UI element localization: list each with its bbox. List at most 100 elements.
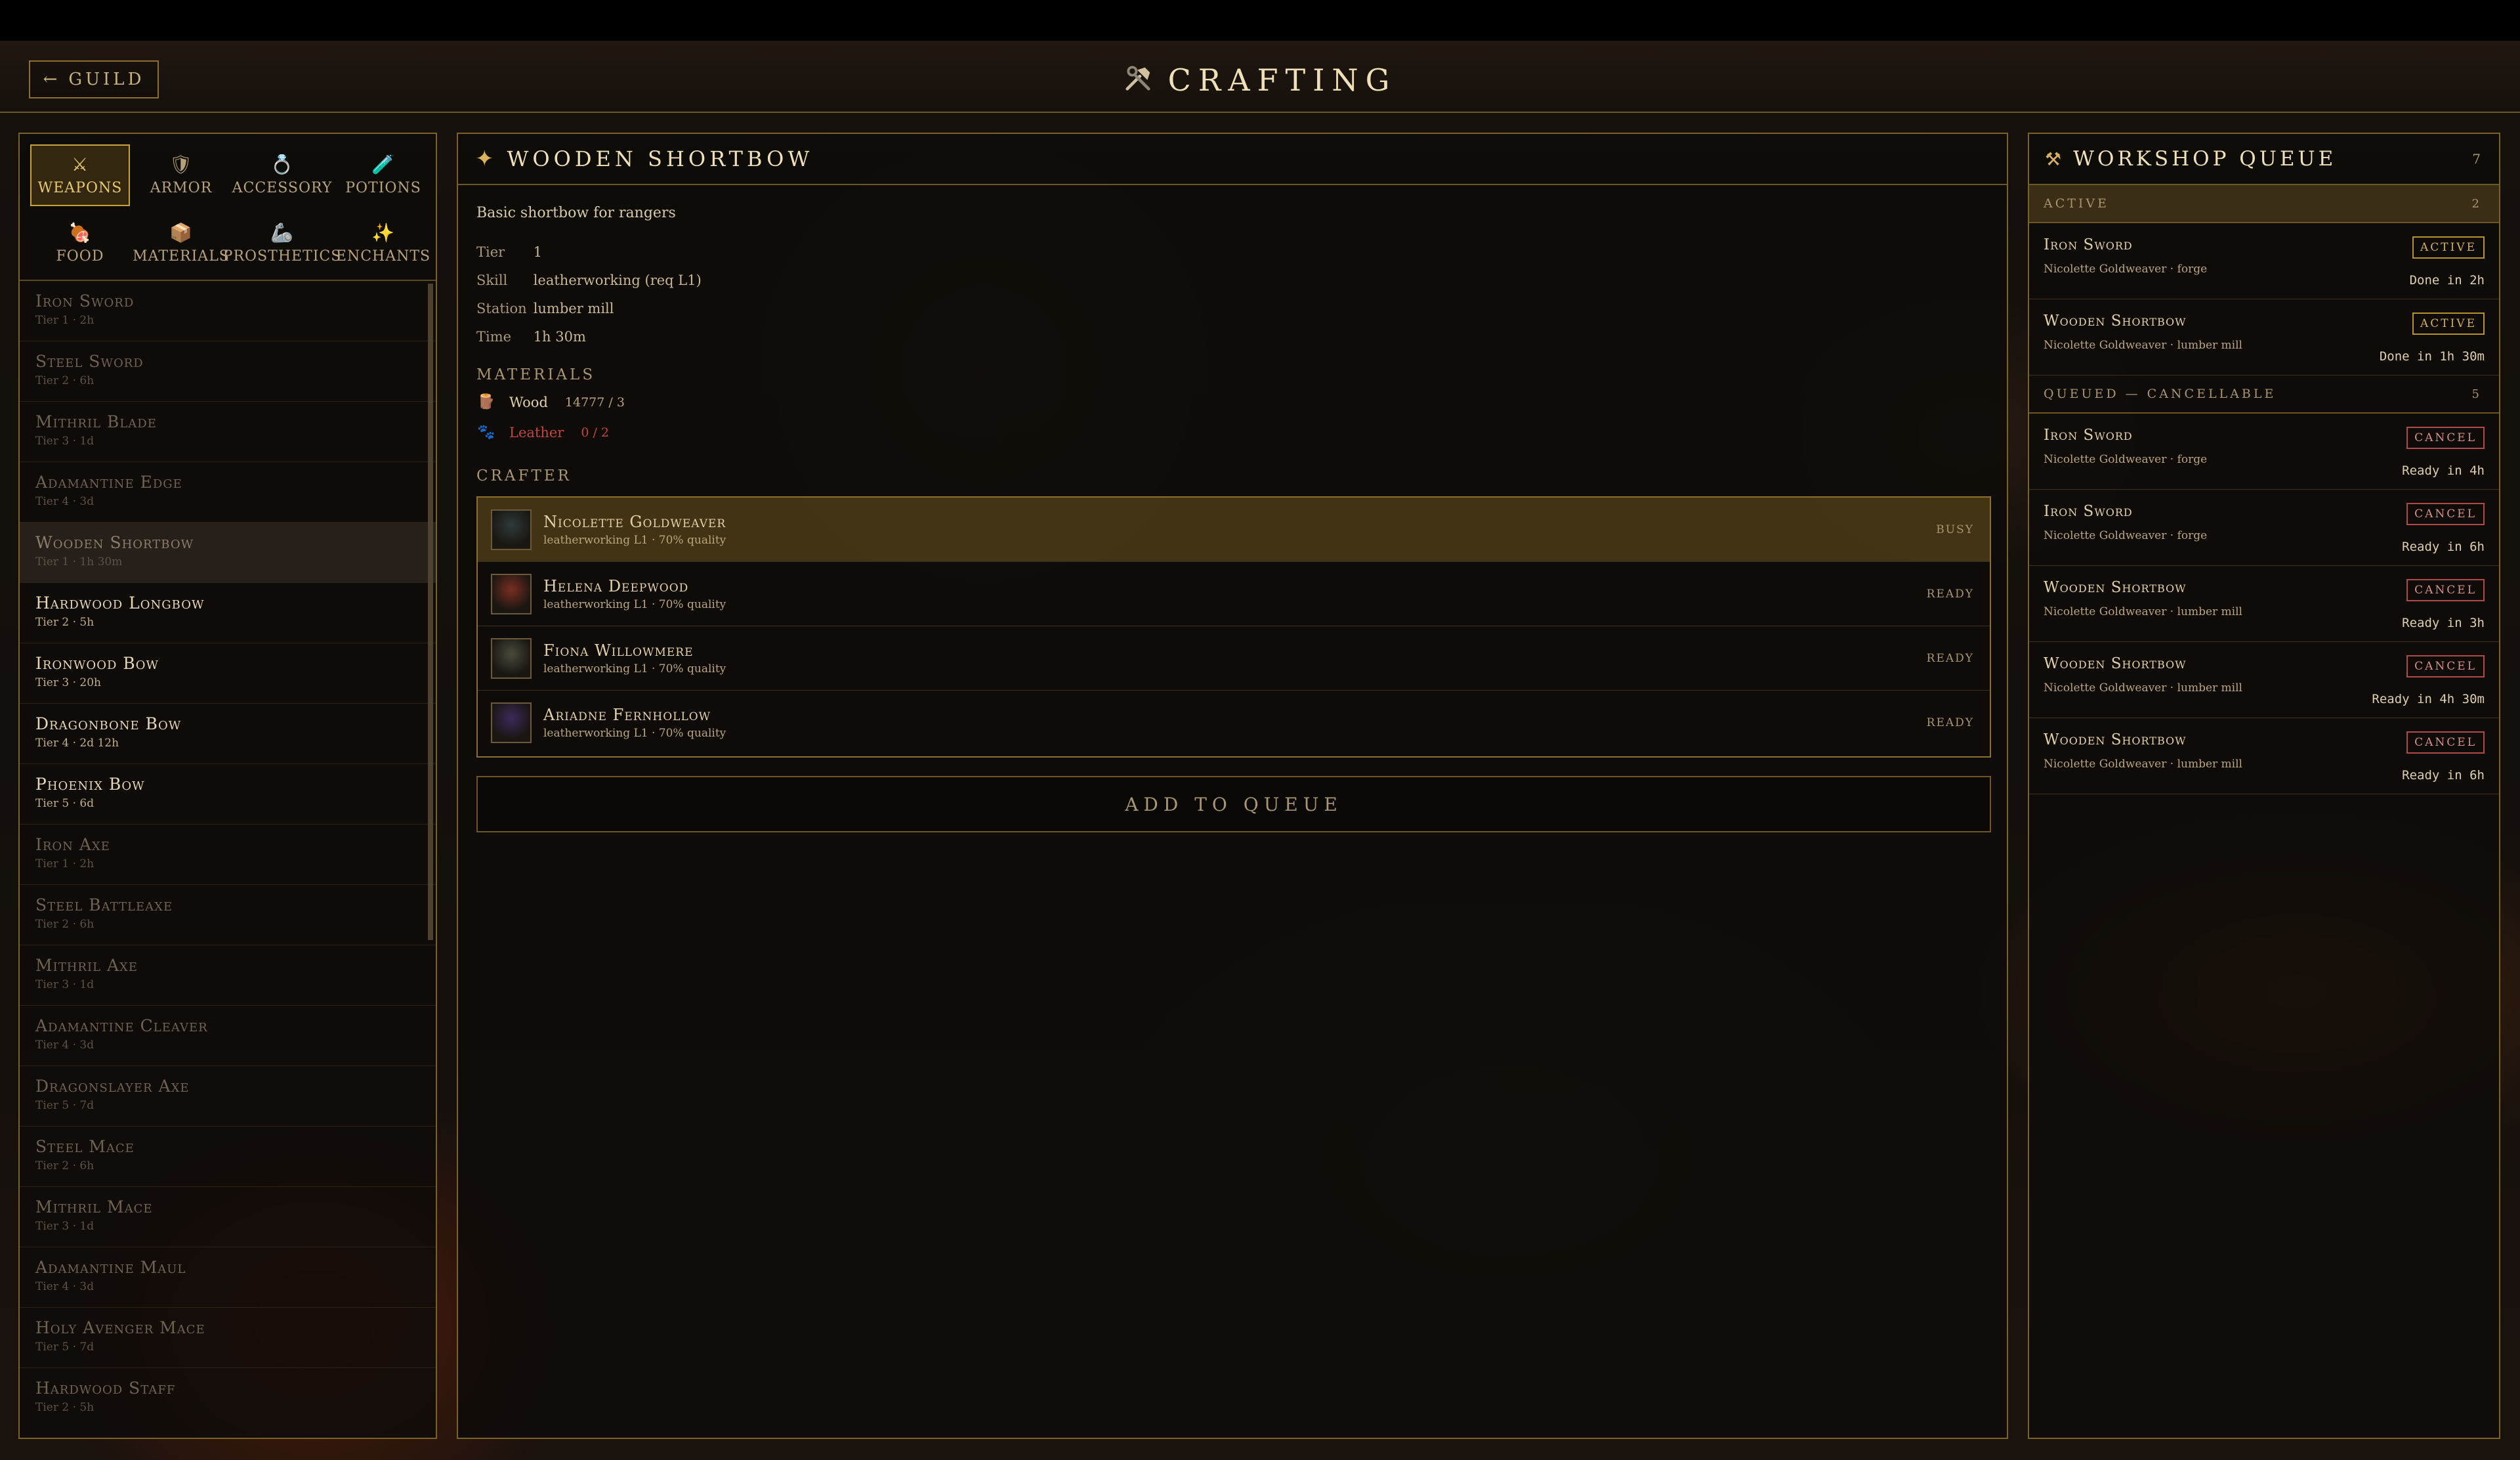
armor-category-icon: 🛡 (169, 153, 194, 175)
hammer-and-wrench-icon (1124, 64, 1154, 97)
wood-icon: 🪵 (477, 394, 495, 410)
queue-item: Iron Sword Nicolette Goldweaver · forge CA… (2029, 414, 2499, 490)
queued-heading: QUEUED — CANCELLABLE (2044, 387, 2277, 401)
recipe-list-item[interactable]: Iron Sword Tier 1 · 2h (20, 281, 436, 341)
time-label: Time (476, 329, 512, 345)
recipe-list-item[interactable]: Hardwood Longbow Tier 2 · 5h (20, 583, 436, 643)
weapons-category-icon: ⚔ (71, 153, 89, 175)
recipe-list-item[interactable]: Dragonslayer Axe Tier 5 · 7d (20, 1066, 436, 1127)
cancel-button[interactable]: CANCEL (2406, 503, 2485, 525)
recipe-list-item[interactable]: Iron Axe Tier 1 · 2h (20, 825, 436, 885)
page-title: CRAFTING (1167, 62, 1397, 98)
recipe-description: Basic shortbow for rangers (476, 205, 676, 221)
crafter-row[interactable]: Helena Deepwood leatherworking L1 · 70% q… (478, 562, 1990, 626)
recipe-list-item[interactable]: Mithril Axe Tier 3 · 1d (20, 945, 436, 1006)
queue-title: WORKSHOP QUEUE (2073, 147, 2337, 171)
enchants-category-icon: ✨ (371, 221, 395, 244)
recipe-list-item[interactable]: Mithril Blade Tier 3 · 1d (20, 402, 436, 462)
category-label: ACCESSORY (232, 179, 333, 196)
recipe-list-item[interactable]: Mithril Mace Tier 3 · 1d (20, 1187, 436, 1247)
time-row: Time 1h 30m (476, 329, 586, 345)
recipe-list-item[interactable]: Adamantine Edge Tier 4 · 3d (20, 462, 436, 523)
category-tab-food[interactable]: 🍖 FOOD (30, 213, 130, 274)
recipe-name: Adamantine Cleaver (35, 1016, 208, 1035)
cancel-button[interactable]: CANCEL (2406, 427, 2485, 449)
recipe-list-item[interactable]: Steel Sword Tier 2 · 6h (20, 341, 436, 402)
crafter-list: Nicolette Goldweaver leatherworking L1 · … (476, 496, 1991, 758)
queue-item-time: Ready in 6h (2402, 768, 2485, 783)
recipe-name: Hardwood Staff (35, 1379, 176, 1398)
crossed-hammers-icon: ⚒ (2045, 148, 2062, 170)
crafter-status: READY (1926, 587, 1974, 601)
add-to-queue-button[interactable]: ADD TO QUEUE (476, 776, 1991, 832)
crafter-skill: leatherworking L1 · 70% quality (543, 597, 726, 611)
recipe-name: Hardwood Longbow (35, 593, 205, 612)
recipe-list-item[interactable]: Phoenix Bow Tier 5 · 6d (20, 764, 436, 825)
active-heading: ACTIVE (2044, 196, 2110, 211)
recipe-list-item[interactable]: Steel Battleaxe Tier 2 · 6h (20, 885, 436, 945)
queue-header: ⚒ WORKSHOP QUEUE 7 (2029, 134, 2499, 185)
queue-count: 7 (2472, 151, 2481, 167)
recipe-list-item[interactable]: Dragonbone Bow Tier 4 · 2d 12h (20, 704, 436, 764)
queue-item: Wooden Shortbow Nicolette Goldweaver · lu… (2029, 299, 2499, 376)
category-tab-armor[interactable]: 🛡 ARMOR (131, 144, 231, 206)
category-tab-potions[interactable]: 🧪 POTIONS (333, 144, 433, 206)
recipe-tier-time: Tier 1 · 2h (35, 857, 94, 870)
recipe-list[interactable]: Iron Sword Tier 1 · 2h Steel Sword Tier 2 ·… (20, 281, 436, 1425)
cancel-button[interactable]: CANCEL (2406, 655, 2485, 677)
crafter-name: Fiona Willowmere (543, 641, 694, 660)
crafter-name: Ariadne Fernhollow (543, 706, 711, 724)
crafter-row[interactable]: Nicolette Goldweaver leatherworking L1 · … (478, 498, 1990, 562)
active-queue-list: Iron Sword Nicolette Goldweaver · forge AC… (2029, 223, 2499, 376)
star-icon: ✦ (475, 146, 494, 172)
crafter-row[interactable]: Fiona Willowmere leatherworking L1 · 70% … (478, 626, 1990, 691)
queue-item-time: Ready in 4h (2402, 463, 2485, 478)
material-row: 🐾 Leather 0 / 2 (476, 424, 609, 440)
recipe-list-item[interactable]: Ironwood Bow Tier 3 · 20h (20, 643, 436, 704)
recipe-list-item[interactable]: Holy Avenger Mace Tier 5 · 7d (20, 1308, 436, 1368)
category-tab-accessory[interactable]: 💍 ACCESSORY (232, 144, 332, 206)
recipe-tier-time: Tier 5 · 7d (35, 1099, 94, 1112)
recipe-list-item[interactable]: Wooden Shortbow Tier 1 · 1h 30m (20, 523, 436, 583)
crafter-row[interactable]: Ariadne Fernhollow leatherworking L1 · 70… (478, 691, 1990, 755)
recipe-list-item[interactable]: Steel Mace Tier 2 · 6h (20, 1127, 436, 1187)
queue-item: Iron Sword Nicolette Goldweaver · forge AC… (2029, 223, 2499, 299)
leather-icon: 🐾 (477, 424, 495, 440)
cancel-button[interactable]: CANCEL (2406, 579, 2485, 601)
skill-value: leatherworking (req L1) (533, 272, 702, 288)
category-tab-enchants[interactable]: ✨ ENCHANTS (333, 213, 433, 274)
category-tab-prosthetics[interactable]: 🦾 PROSTHETICS (223, 213, 341, 274)
category-tab-materials[interactable]: 📦 MATERIALS (131, 213, 231, 274)
category-tab-weapons[interactable]: ⚔ WEAPONS (30, 144, 130, 206)
recipe-list-item[interactable]: Adamantine Maul Tier 4 · 3d (20, 1247, 436, 1308)
recipe-tier-time: Tier 1 · 1h 30m (35, 555, 123, 569)
recipe-tier-time: Tier 5 · 6d (35, 797, 94, 810)
skill-row: Skill leatherworking (req L1) (476, 272, 702, 288)
station-row: Station lumber mill (476, 301, 614, 316)
recipe-name: Dragonbone Bow (35, 714, 182, 733)
material-quantity: 14777 / 3 (564, 395, 625, 410)
recipe-detail-header: ✦ WOODEN SHORTBOW (458, 134, 2007, 185)
accessory-category-icon: 💍 (270, 153, 294, 175)
queued-section-header: QUEUED — CANCELLABLE 5 (2029, 376, 2499, 414)
queue-item-time: Done in 1h 30m (2379, 349, 2485, 364)
tier-value: 1 (533, 244, 543, 260)
recipe-name: Mithril Blade (35, 412, 157, 431)
crafter-name: Helena Deepwood (543, 576, 689, 595)
recipe-list-item[interactable]: Adamantine Cleaver Tier 4 · 3d (20, 1006, 436, 1066)
recipe-detail-panel: ✦ WOODEN SHORTBOW Basic shortbow for ran… (457, 133, 2008, 1439)
recipe-list-scrollbar[interactable] (428, 284, 433, 940)
crafter-status: BUSY (1936, 523, 1974, 536)
workshop-queue-panel: ⚒ WORKSHOP QUEUE 7 ACTIVE 2 Iron Sword Ni… (2028, 133, 2500, 1439)
recipe-title: WOODEN SHORTBOW (507, 146, 814, 171)
recipe-tier-time: Tier 3 · 20h (35, 676, 101, 689)
active-count: 2 (2471, 196, 2482, 211)
cancel-button[interactable]: CANCEL (2406, 731, 2485, 754)
tier-row: Tier 1 (476, 244, 542, 260)
recipe-list-item[interactable]: Hardwood Staff Tier 2 · 5h (20, 1368, 436, 1425)
crafter-name: Nicolette Goldweaver (543, 512, 726, 531)
material-row: 🪵 Wood 14777 / 3 (476, 394, 625, 410)
station-label: Station (476, 301, 527, 316)
recipe-tier-time: Tier 4 · 3d (35, 1039, 94, 1052)
queue-item: Wooden Shortbow Nicolette Goldweaver · lu… (2029, 718, 2499, 794)
